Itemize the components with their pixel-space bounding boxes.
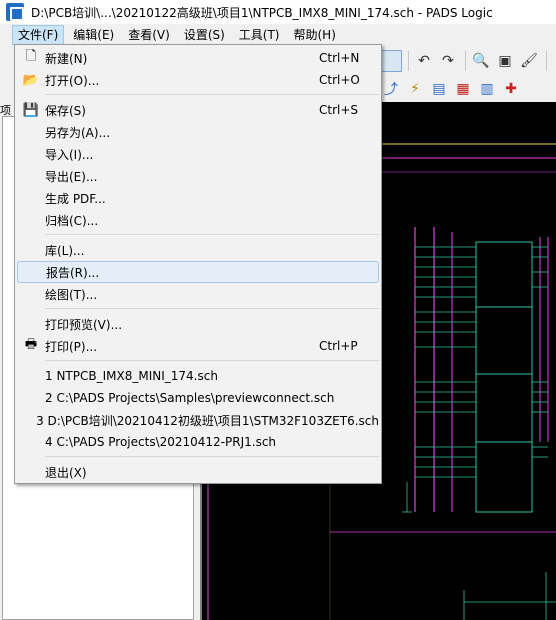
- menu-item-label: 打印预览(V)...: [45, 317, 123, 332]
- menu-item-plot[interactable]: 绘图(T)...: [17, 283, 379, 305]
- menu-file[interactable]: 文件(F): [12, 25, 65, 45]
- menu-item-label: 生成 PDF...: [45, 191, 106, 206]
- menu-separator: [45, 234, 379, 235]
- recent-file-item[interactable]: 1 NTPCB_IMX8_MINI_174.sch: [17, 365, 379, 387]
- view-window-icon[interactable]: ▣: [494, 50, 516, 72]
- toolbar: ↶ ↷ 🔍 ▣ 🖌 ⬚ ⤴ ⚡ ▤ ▦ ▥ ✚: [380, 46, 556, 102]
- layout-link-icon[interactable]: ⬚: [551, 50, 556, 72]
- add-bus-icon[interactable]: ⚡: [404, 78, 426, 100]
- zoom-icon[interactable]: 🔍: [470, 50, 492, 72]
- menu-item-label: 保存(S): [45, 103, 86, 118]
- panel-tab-label[interactable]: 项: [0, 102, 14, 117]
- menu-item-import[interactable]: 导入(I)...: [17, 143, 379, 165]
- menu-item-label: 归档(C)...: [45, 213, 99, 228]
- menu-item-print-preview[interactable]: 打印预览(V)...: [17, 313, 379, 335]
- menu-item-shortcut: Ctrl+N: [319, 51, 360, 65]
- window-title: D:\PCB培训\...\20210122高级班\项目1\NTPCB_IMX8_…: [31, 5, 493, 20]
- recent-file-label: 1 NTPCB_IMX8_MINI_174.sch: [45, 369, 218, 383]
- menu-item-shortcut: Ctrl+O: [319, 73, 360, 87]
- add-label-icon[interactable]: ✚: [500, 78, 522, 100]
- toolbar-separator: [408, 51, 409, 71]
- menu-item-open[interactable]: 📂 打开(O)... Ctrl+O: [17, 69, 379, 91]
- title-bar: D:\PCB培训\...\20210122高级班\项目1\NTPCB_IMX8_…: [0, 0, 556, 24]
- menu-item-library[interactable]: 库(L)...: [17, 239, 379, 261]
- menu-item-label: 退出(X): [45, 465, 87, 480]
- menu-item-label: 报告(R)...: [46, 265, 100, 280]
- add-field-icon[interactable]: ▤: [428, 78, 450, 100]
- toolbar-button-icon[interactable]: [380, 50, 402, 72]
- toolbar-separator: [546, 51, 547, 71]
- menu-help[interactable]: 帮助(H): [289, 25, 341, 45]
- menu-item-generate-pdf[interactable]: 生成 PDF...: [17, 187, 379, 209]
- recent-file-label: 3 D:\PCB培训\20210412初级班\项目1\STM32F103ZET6…: [36, 413, 379, 428]
- menu-separator: [45, 456, 379, 457]
- menu-edit[interactable]: 编辑(E): [68, 25, 119, 45]
- menu-view[interactable]: 查看(V): [123, 25, 175, 45]
- redo-icon[interactable]: ↷: [437, 50, 459, 72]
- recent-file-item[interactable]: 4 C:\PADS Projects\20210412-PRJ1.sch: [17, 431, 379, 453]
- menu-separator: [45, 360, 379, 361]
- menu-item-label: 另存为(A)...: [45, 125, 111, 140]
- recent-file-label: 2 C:\PADS Projects\Samples\previewconnec…: [45, 391, 335, 405]
- menu-separator: [45, 308, 379, 309]
- toolbar-separator: [465, 51, 466, 71]
- open-folder-icon: 📂: [22, 72, 40, 88]
- menu-item-shortcut: Ctrl+S: [319, 103, 359, 117]
- add-wire-icon[interactable]: ⤴: [380, 78, 402, 100]
- menu-item-report[interactable]: 报告(R)...: [17, 261, 379, 283]
- undo-icon[interactable]: ↶: [413, 50, 435, 72]
- menu-item-new[interactable]: 🗋 新建(N) Ctrl+N: [17, 47, 379, 69]
- printer-icon: 🖶: [24, 337, 38, 352]
- add-connector-icon[interactable]: ▥: [476, 78, 498, 100]
- pads-logic-app-icon[interactable]: [6, 3, 24, 21]
- menu-item-print[interactable]: 🖶 打印(P)... Ctrl+P: [17, 335, 379, 357]
- add-part-icon[interactable]: ▦: [452, 78, 474, 100]
- new-file-icon: 🗋: [25, 49, 37, 64]
- recent-file-item[interactable]: 2 C:\PADS Projects\Samples\previewconnec…: [17, 387, 379, 409]
- menu-item-archive[interactable]: 归档(C)...: [17, 209, 379, 231]
- file-menu-dropdown: 🗋 新建(N) Ctrl+N 📂 打开(O)... Ctrl+O 💾 保存(S)…: [14, 44, 382, 484]
- menu-item-export[interactable]: 导出(E)...: [17, 165, 379, 187]
- recent-file-label: 4 C:\PADS Projects\20210412-PRJ1.sch: [45, 435, 277, 449]
- menu-item-shortcut: Ctrl+P: [319, 339, 358, 353]
- menu-item-label: 打开(O)...: [45, 73, 100, 88]
- menu-item-label: 绘图(T)...: [45, 287, 98, 302]
- paint-brush-icon[interactable]: 🖌: [518, 50, 540, 72]
- menu-item-label: 库(L)...: [45, 243, 85, 258]
- menu-setup[interactable]: 设置(S): [179, 25, 230, 45]
- menu-item-label: 新建(N): [45, 51, 88, 66]
- menu-item-label: 导入(I)...: [45, 147, 94, 162]
- menu-separator: [45, 94, 379, 95]
- menu-item-label: 打印(P)...: [45, 339, 98, 354]
- menu-item-save[interactable]: 💾 保存(S) Ctrl+S: [17, 99, 379, 121]
- save-disk-icon: 💾: [22, 102, 40, 118]
- menu-item-exit[interactable]: 退出(X): [17, 461, 379, 483]
- recent-file-item[interactable]: 3 D:\PCB培训\20210412初级班\项目1\STM32F103ZET6…: [17, 409, 379, 431]
- menu-item-save-as[interactable]: 另存为(A)...: [17, 121, 379, 143]
- menu-bar: 文件(F) 编辑(E) 查看(V) 设置(S) 工具(T) 帮助(H): [0, 24, 556, 46]
- menu-tools[interactable]: 工具(T): [234, 25, 285, 45]
- menu-item-label: 导出(E)...: [45, 169, 98, 184]
